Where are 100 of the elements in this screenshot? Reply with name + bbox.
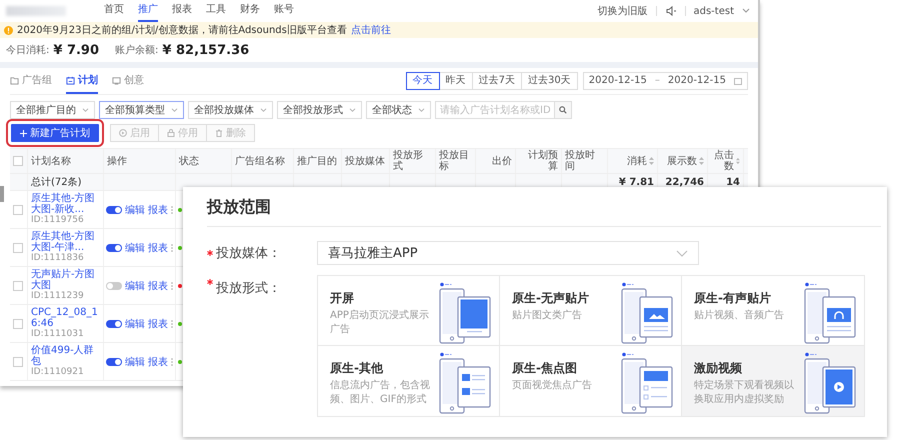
filter-select[interactable]: 全部投放媒体 xyxy=(188,101,273,119)
filter-select[interactable]: 全部预算类型 xyxy=(99,101,184,119)
row-action-link[interactable]: 报表 xyxy=(148,202,168,216)
row-action-link[interactable]: 编辑 xyxy=(125,240,145,254)
chevron-down-icon xyxy=(82,108,89,112)
stat-label: 今日消耗: xyxy=(6,44,50,57)
warning-icon xyxy=(4,26,13,34)
plan-name-link[interactable]: 原生其他-方图大图-午津... xyxy=(31,231,100,253)
side-handle[interactable] xyxy=(0,186,4,202)
select-all-checkbox[interactable] xyxy=(13,156,23,166)
stat-label: 账户余额: xyxy=(115,44,158,57)
filter-select[interactable]: 全部状态 xyxy=(366,101,431,119)
row-checkbox[interactable] xyxy=(13,280,23,290)
row-action-link[interactable]: 报表 xyxy=(148,354,168,368)
sort-icon[interactable] xyxy=(736,157,740,165)
filter-select[interactable]: 全部投放形式 xyxy=(277,101,362,119)
row-action-link[interactable]: 编辑 xyxy=(125,278,145,292)
format-option-card[interactable]: 开屏 APP启动页沉浸式展示广告 xyxy=(318,276,500,346)
media-select[interactable]: 喜马拉雅主APP xyxy=(317,241,699,265)
plan-name-link[interactable]: 无声贴片-方图大图 xyxy=(31,269,100,291)
option-description: 贴片图文类广告 xyxy=(512,309,583,323)
row-checkbox[interactable] xyxy=(13,318,23,328)
row-action-link[interactable]: 编辑 xyxy=(125,316,145,330)
play-icon xyxy=(119,129,127,137)
option-title: 原生-有声贴片 xyxy=(694,290,772,307)
date-preset-button[interactable]: 过去30天 xyxy=(521,72,578,90)
nav-item[interactable]: 报表 xyxy=(172,0,192,22)
nav-item[interactable]: 首页 xyxy=(104,0,124,22)
format-option-card[interactable]: 原生-无声贴片 贴片图文类广告 xyxy=(500,276,682,346)
row-action-link[interactable]: 报表 xyxy=(148,316,168,330)
row-checkbox[interactable] xyxy=(13,242,23,252)
date-range-field[interactable]: 2020-12-15 – 2020-12-15 xyxy=(582,72,748,90)
row-checkbox[interactable] xyxy=(13,356,23,366)
column-header: 点击数 xyxy=(713,150,734,172)
phone-ad-drawing xyxy=(439,352,491,414)
notice-link[interactable]: 点击前往 xyxy=(350,23,391,37)
date-preset-button[interactable]: 过去7天 xyxy=(472,72,522,90)
column-header: 状态 xyxy=(179,156,199,166)
toggle-switch[interactable] xyxy=(106,206,122,214)
speaker-icon[interactable] xyxy=(664,5,676,17)
plan-id: ID:1111031 xyxy=(31,329,84,340)
notice-text: 2020年9月23日之前的组/计划/创意数据，请前往Adsounds旧版平台查看 xyxy=(17,24,347,37)
plus-icon xyxy=(20,130,27,136)
trash-icon xyxy=(215,129,223,137)
column-header: 出价 xyxy=(492,156,512,166)
folder-icon xyxy=(10,76,19,84)
filter-select[interactable]: 全部推广目的 xyxy=(10,101,95,119)
row-action-link[interactable]: 编辑 xyxy=(125,354,145,368)
column-header: 投放时间 xyxy=(565,150,596,172)
option-title: 原生-焦点图 xyxy=(512,360,578,377)
search-field[interactable]: 请输入广告计划名称或ID xyxy=(435,101,555,119)
plan-name-link[interactable]: 原生其他-方图大图-新收... xyxy=(31,193,100,215)
chevron-down-icon xyxy=(349,108,356,112)
phone-ad-drawing xyxy=(804,352,856,414)
column-header: 计划预算 xyxy=(527,150,558,172)
sort-icon[interactable] xyxy=(649,157,654,165)
level-tab[interactable]: 计划 xyxy=(66,68,98,94)
phone-ad-drawing xyxy=(621,282,673,344)
monitor-icon xyxy=(112,76,121,84)
nav-item[interactable]: 财务 xyxy=(240,0,260,22)
toggle-switch[interactable] xyxy=(106,282,122,290)
toggle-switch[interactable] xyxy=(106,320,122,328)
table-cell: 22,746 xyxy=(665,176,704,188)
plan-id: ID:1111239 xyxy=(31,291,84,302)
switch-version-link[interactable]: 切换为旧版 xyxy=(598,4,648,18)
chevron-down-icon xyxy=(418,108,425,112)
sort-icon[interactable] xyxy=(699,157,704,165)
level-tab[interactable]: 广告组 xyxy=(10,68,52,94)
field-label: 投放媒体： xyxy=(216,245,281,262)
date-preset-button[interactable]: 今天 xyxy=(406,72,440,90)
nav-item[interactable]: 账号 xyxy=(274,0,294,22)
option-title: 开屏 xyxy=(330,290,355,307)
option-title: 激励视频 xyxy=(694,360,743,377)
row-action-link[interactable]: 报表 xyxy=(148,278,168,292)
plan-name-link[interactable]: CPC_12_08_16:46 xyxy=(31,307,100,329)
nav-item[interactable]: 工具 xyxy=(206,0,226,22)
option-description: 特定场景下观看视频以换取应用内虚拟奖励 xyxy=(694,379,795,407)
blurred-logo xyxy=(6,6,66,16)
row-action-link[interactable]: 编辑 xyxy=(125,202,145,216)
search-button[interactable] xyxy=(554,101,572,119)
lock-icon xyxy=(167,129,175,137)
plan-id: ID:1119756 xyxy=(31,215,84,226)
user-menu[interactable]: ads-test xyxy=(694,6,734,16)
table-cell: ¥ 7.81 xyxy=(618,176,654,188)
format-option-card[interactable]: 激励视频 特定场景下观看视频以换取应用内虚拟奖励 xyxy=(682,346,864,416)
row-action-link[interactable]: 报表 xyxy=(148,240,168,254)
level-tab[interactable]: 创意 xyxy=(112,68,144,94)
toggle-switch[interactable] xyxy=(106,358,122,366)
column-header: 投放形式 xyxy=(393,150,424,172)
plan-name-link[interactable]: 价值499-人群包 xyxy=(31,345,100,367)
chevron-down-icon xyxy=(676,250,688,256)
date-preset-button[interactable]: 昨天 xyxy=(438,72,473,90)
phone-ad-drawing xyxy=(804,282,856,344)
toggle-switch[interactable] xyxy=(106,244,122,252)
phone-ad-drawing xyxy=(439,282,491,344)
option-description: 页面视觉焦点广告 xyxy=(512,379,593,393)
column-header: 操作 xyxy=(107,156,127,166)
column-header: 推广目的 xyxy=(297,156,337,166)
plan-id: ID:1111836 xyxy=(31,253,84,264)
row-checkbox[interactable] xyxy=(13,204,23,214)
